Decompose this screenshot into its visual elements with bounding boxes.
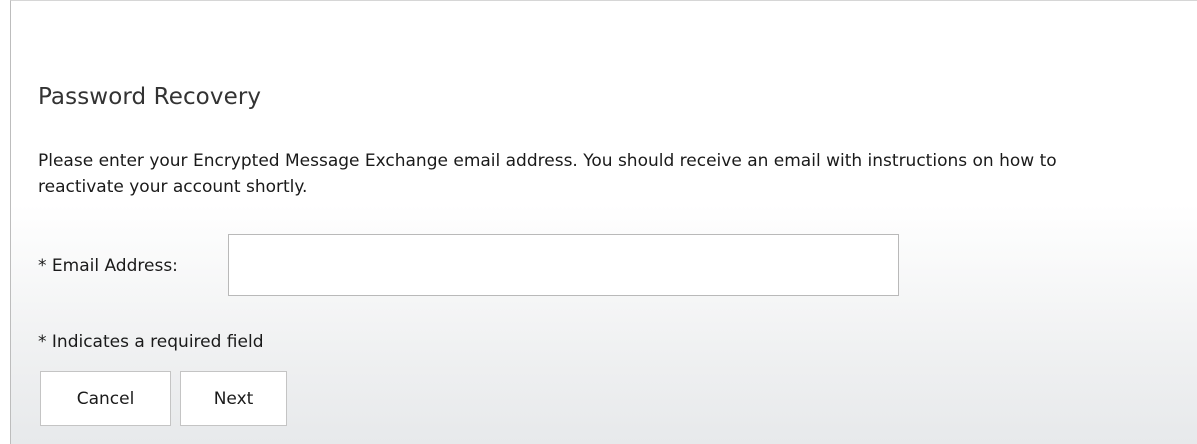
cancel-button[interactable]: Cancel [40, 371, 171, 426]
email-label: * Email Address: [38, 256, 178, 276]
next-button[interactable]: Next [180, 371, 287, 426]
password-recovery-panel: Password Recovery Please enter your Encr… [10, 0, 1197, 444]
instructions-text: Please enter your Encrypted Message Exch… [38, 151, 1057, 197]
required-field-note: * Indicates a required field [38, 332, 264, 352]
page-title: Password Recovery [38, 84, 262, 110]
email-input[interactable] [228, 234, 899, 296]
